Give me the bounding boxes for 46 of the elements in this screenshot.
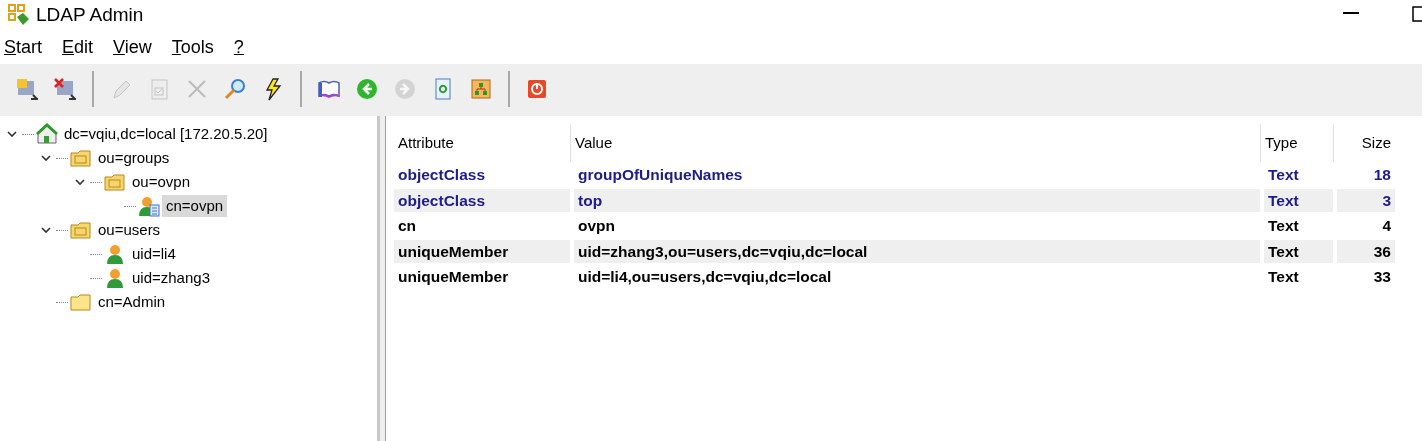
menu-item[interactable]: Start bbox=[4, 33, 43, 61]
house-icon bbox=[36, 123, 58, 145]
window-title: LDAP Admin bbox=[36, 2, 144, 27]
folder-icon bbox=[104, 171, 126, 193]
menu-item[interactable]: ? bbox=[233, 33, 244, 61]
tree-item[interactable]: ou=groups bbox=[94, 146, 174, 170]
column-header[interactable]: Attribute bbox=[394, 124, 570, 162]
connect-icon[interactable] bbox=[15, 77, 39, 101]
tree-item[interactable]: cn=Admin bbox=[94, 290, 170, 314]
menu-item[interactable]: Edit bbox=[62, 33, 94, 61]
table-cell-text: uniqueMember bbox=[397, 267, 510, 288]
app-logo-icon bbox=[8, 4, 30, 26]
tree-item[interactable]: uid=li4 bbox=[128, 242, 180, 266]
folder-icon bbox=[70, 291, 92, 313]
search-icon[interactable] bbox=[223, 77, 247, 101]
tree-item[interactable]: ou=users bbox=[94, 218, 165, 242]
user-group-icon bbox=[138, 195, 160, 217]
back-icon[interactable] bbox=[355, 77, 379, 101]
table-cell: 33 bbox=[1333, 265, 1395, 289]
chevron-icon[interactable] bbox=[40, 152, 52, 164]
hierarchy-icon[interactable] bbox=[469, 77, 493, 101]
folder-icon bbox=[70, 219, 92, 241]
table-cell: uid=li4,ou=users,dc=vqiu,dc=local bbox=[570, 265, 1260, 289]
column-header[interactable]: Size bbox=[1333, 124, 1395, 162]
menu-item[interactable]: Tools bbox=[171, 33, 214, 61]
table-cell-text: cn bbox=[397, 216, 418, 237]
menu-item[interactable]: View bbox=[113, 33, 152, 61]
tree-item[interactable]: ou=ovpn bbox=[128, 170, 194, 194]
maximize-icon[interactable] bbox=[1412, 6, 1422, 22]
power-icon[interactable] bbox=[525, 77, 549, 101]
table-cell: uniqueMember bbox=[394, 239, 570, 263]
disconnect-icon[interactable] bbox=[53, 77, 77, 101]
column-header[interactable]: Value bbox=[570, 124, 1260, 162]
chevron-icon[interactable] bbox=[74, 176, 86, 188]
table-cell-text: objectClass bbox=[397, 165, 486, 186]
table-cell: Text bbox=[1260, 265, 1333, 289]
table-cell: objectClass bbox=[394, 188, 570, 212]
tree-item[interactable]: uid=zhang3 bbox=[128, 266, 214, 290]
folder-icon bbox=[70, 147, 92, 169]
column-header[interactable]: Type bbox=[1260, 124, 1333, 162]
user-icon bbox=[104, 243, 126, 265]
tree-item[interactable]: cn=ovpn bbox=[162, 194, 228, 218]
chevron-icon[interactable] bbox=[40, 224, 52, 236]
chevron-icon[interactable] bbox=[6, 128, 18, 140]
tree-item[interactable]: dc=vqiu,dc=local [172.20.5.20] bbox=[60, 122, 272, 146]
user-icon bbox=[104, 267, 126, 289]
